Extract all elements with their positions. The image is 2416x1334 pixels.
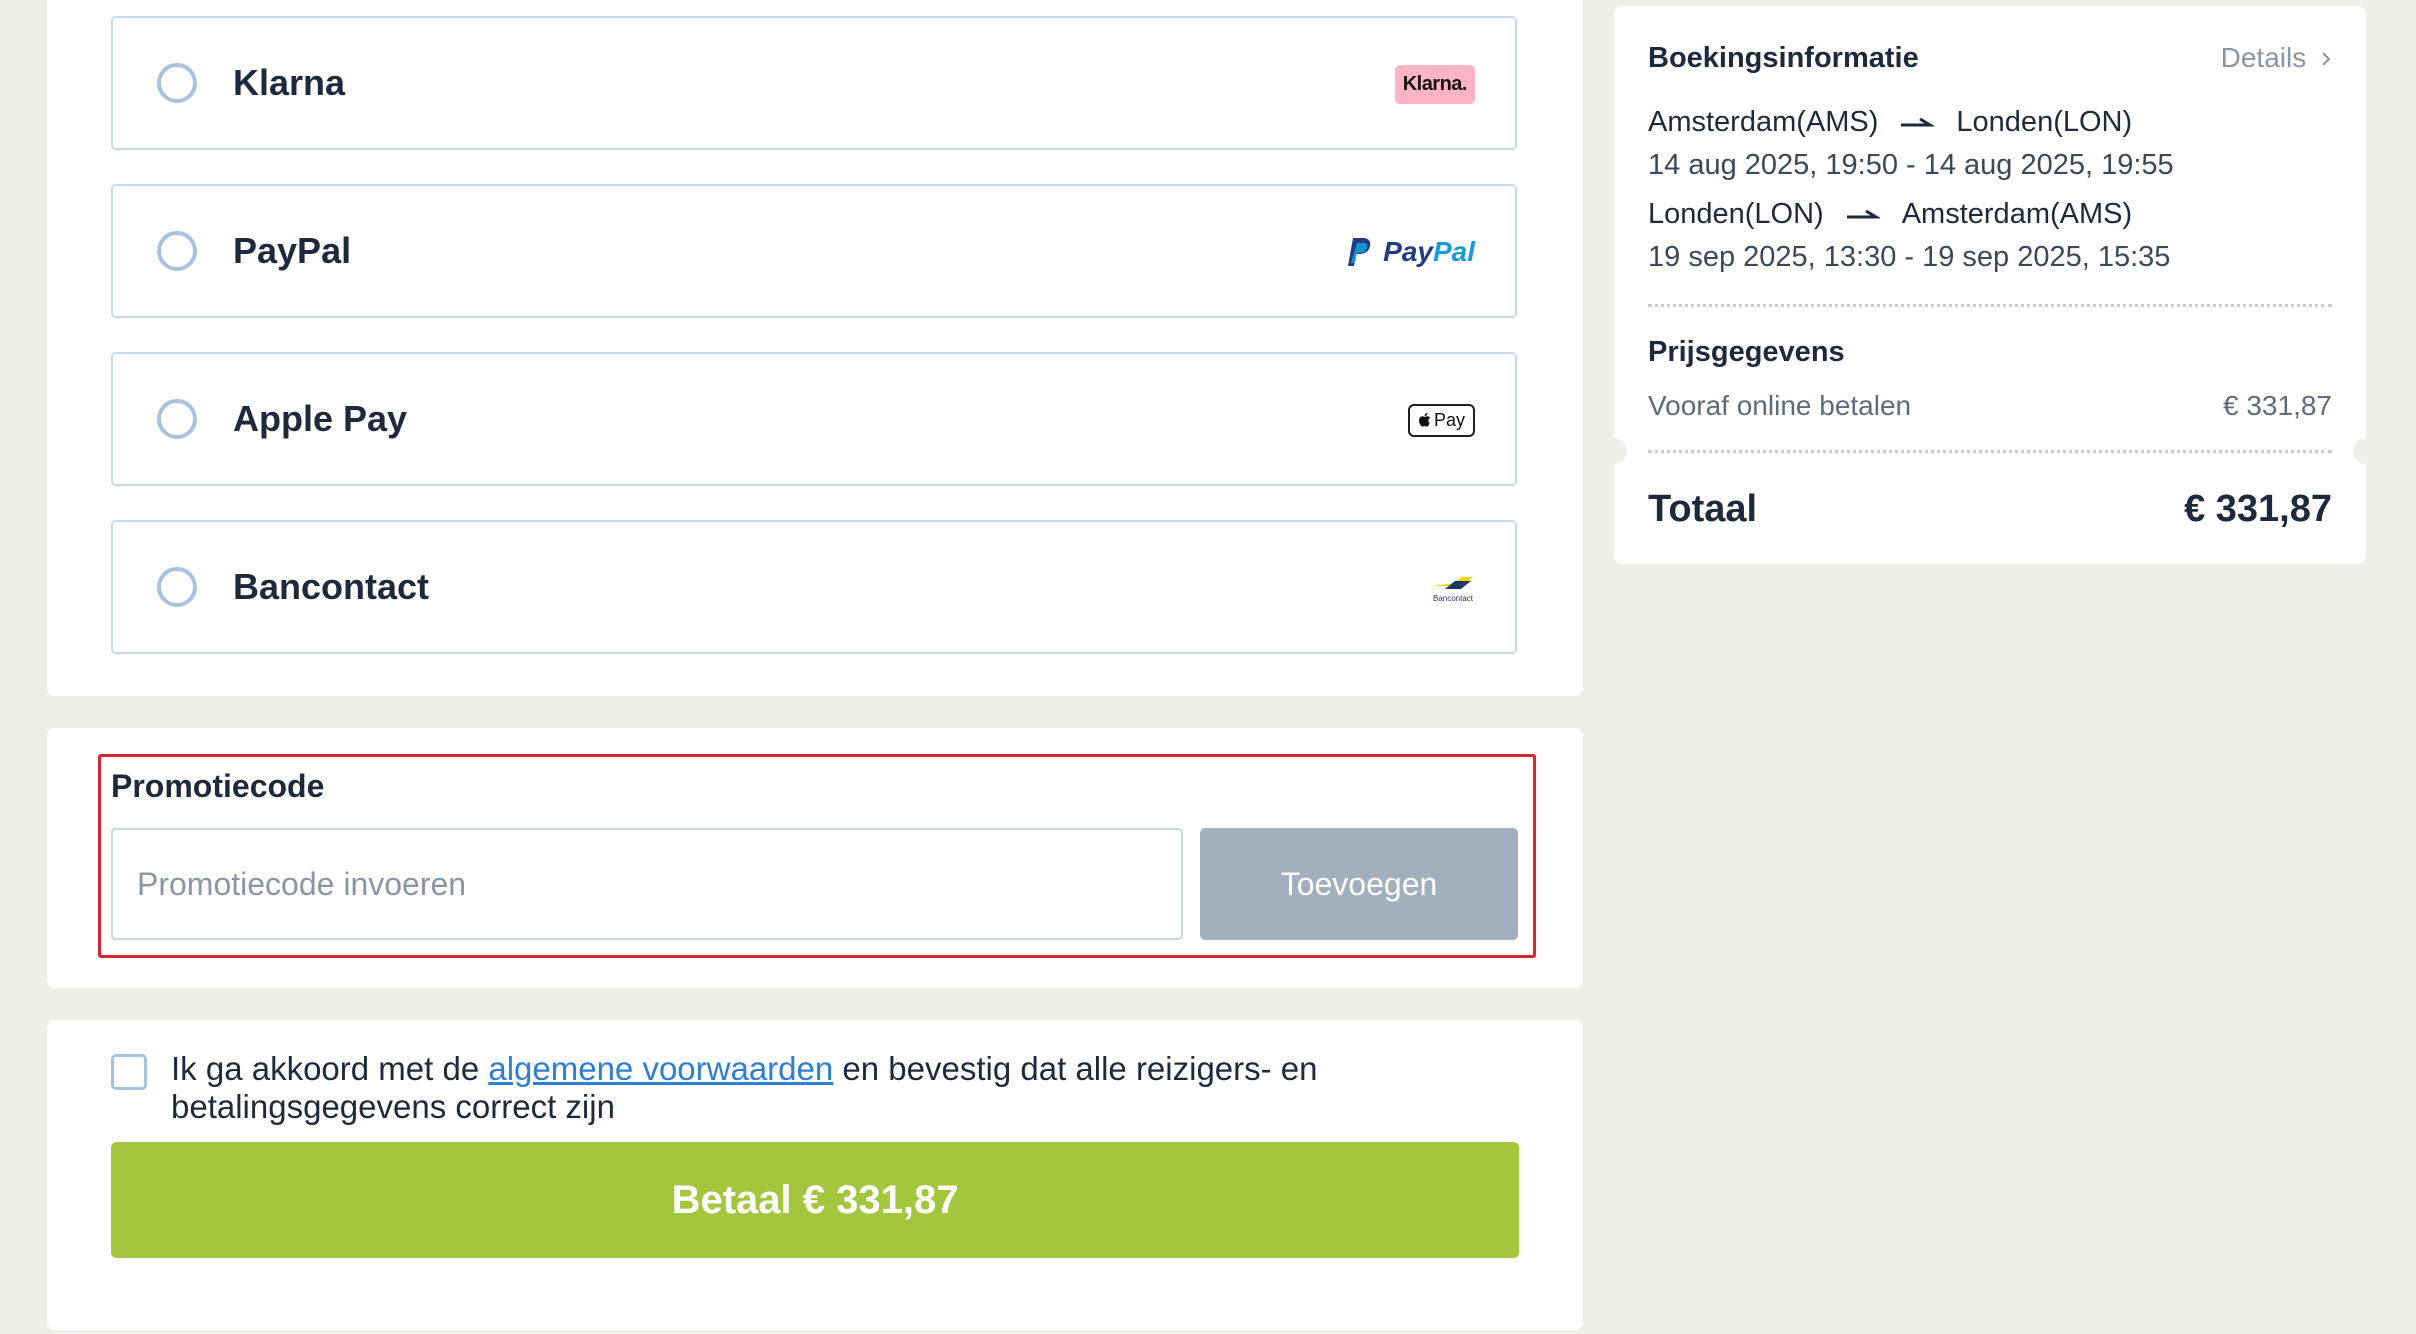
booking-info-title: Boekingsinformatie xyxy=(1648,42,1919,74)
total-value: € 331,87 xyxy=(2184,488,2332,530)
terms-link[interactable]: algemene voorwaarden xyxy=(488,1050,833,1087)
klarna-logo: Klarna. xyxy=(1394,62,1475,106)
terms-text: Ik ga akkoord met de algemene voorwaarde… xyxy=(171,1050,1318,1125)
price-details-title: Prijsgegevens xyxy=(1648,336,1845,368)
payment-option-label: Bancontact xyxy=(233,566,430,607)
payment-option-klarna[interactable]: Klarna Klarna. xyxy=(111,16,1517,150)
radio-button[interactable] xyxy=(157,63,197,103)
payment-option-label: Klarna xyxy=(233,62,346,103)
ticket-notch-left xyxy=(1601,438,1627,464)
arrow-right-icon xyxy=(1901,117,1935,126)
apple-icon xyxy=(1418,412,1431,427)
apple-pay-logo: Pay xyxy=(1407,398,1475,442)
divider xyxy=(1648,304,2332,307)
promo-code-card: Promotiecode Toevoegen xyxy=(47,728,1583,988)
route-outbound: Amsterdam(AMS) Londen(LON) xyxy=(1648,106,2133,138)
total-label: Totaal xyxy=(1648,488,1758,530)
ticket-notch-right xyxy=(2353,438,2379,464)
radio-button[interactable] xyxy=(157,231,197,271)
payment-option-paypal[interactable]: PayPal Pay Pal xyxy=(111,184,1517,318)
pay-button[interactable]: Betaal € 331,87 xyxy=(111,1142,1519,1258)
terms-checkbox[interactable] xyxy=(111,1054,147,1090)
payment-option-bancontact[interactable]: Bancontact Bancontact xyxy=(111,520,1517,654)
paypal-mark-icon xyxy=(1348,238,1371,266)
radio-button[interactable] xyxy=(157,399,197,439)
payment-option-label: PayPal xyxy=(233,230,352,271)
booking-info-card: Boekingsinformatie Details Amsterdam(AMS… xyxy=(1601,6,2379,564)
price-label: Vooraf online betalen xyxy=(1648,390,1912,421)
arrow-right-icon xyxy=(1846,209,1880,218)
radio-button[interactable] xyxy=(157,567,197,607)
bancontact-mark-icon xyxy=(1433,576,1473,589)
payment-methods-card: Klarna Klarna. PayPal PayPal Apple Pay xyxy=(47,0,1583,696)
payment-option-apple-pay[interactable]: Apple Pay Pay xyxy=(111,352,1517,486)
route-return: Londen(LON) Amsterdam(AMS) xyxy=(1648,198,2133,230)
chevron-right-icon xyxy=(2322,52,2331,66)
divider xyxy=(1648,450,2332,453)
add-promo-button[interactable]: Toevoegen xyxy=(1200,828,1518,940)
bancontact-logo: Bancontact xyxy=(1431,566,1475,610)
route-return-time: 19 sep 2025, 13:30 - 19 sep 2025, 15:35 xyxy=(1648,241,2171,273)
promo-code-input[interactable] xyxy=(111,828,1183,940)
route-outbound-time: 14 aug 2025, 19:50 - 14 aug 2025, 19:55 xyxy=(1648,149,2174,181)
payment-option-label: Apple Pay xyxy=(233,398,408,439)
paypal-logo: Pay Pal xyxy=(1347,230,1475,274)
promo-code-title: Promotiecode xyxy=(111,768,325,804)
details-link[interactable]: Details xyxy=(2221,42,2332,74)
confirm-card: Ik ga akkoord met de algemene voorwaarde… xyxy=(47,1020,1583,1330)
price-value: € 331,87 xyxy=(2223,390,2332,421)
